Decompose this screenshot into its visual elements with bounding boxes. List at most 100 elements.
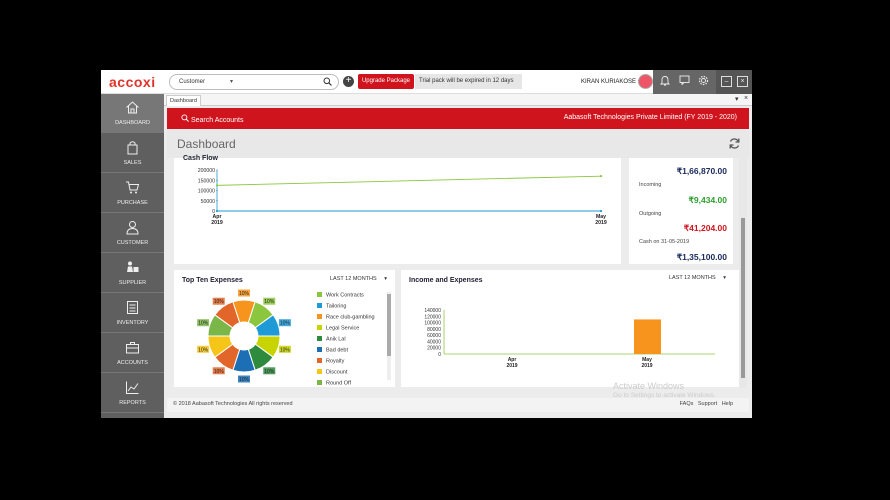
window-controls: – ×	[716, 70, 752, 94]
search-value: Customer	[179, 79, 206, 85]
faqs-link[interactable]: FAQs	[680, 401, 694, 407]
close-icon[interactable]: ×	[737, 76, 748, 87]
message-icon[interactable]	[678, 75, 690, 87]
legend-scrollbar[interactable]	[387, 292, 391, 380]
tab-close-icon[interactable]: ×	[744, 95, 748, 102]
sidebar-item-purchase[interactable]: PURCHASE	[101, 174, 164, 213]
y-tick-label: 50000	[201, 199, 216, 205]
cash-flow-panel: Cash Flow 200000 150000 100000 50000 0 Apr 201…	[174, 155, 621, 264]
sidebar-item-accounts[interactable]: ACCOUNTS	[101, 334, 164, 373]
search-accounts-label: Search Accounts	[190, 117, 244, 124]
legend-item[interactable]: Round Off	[317, 380, 351, 387]
dashboard-scrollbar[interactable]	[739, 158, 747, 388]
legend-label: Race club-gambling	[326, 314, 375, 321]
legend-swatch	[317, 336, 322, 341]
search-icon[interactable]	[323, 77, 332, 88]
add-new-button[interactable]: +	[343, 76, 354, 87]
sidebar-item-reports[interactable]: REPORTS	[101, 374, 164, 413]
slice-label-text: 10%	[239, 377, 250, 383]
x-tick-label: 2019	[595, 220, 607, 226]
tab-menu-icon[interactable]: ▾	[735, 95, 739, 103]
income-period-select[interactable]: LAST 12 MONTHS ▾	[669, 275, 726, 281]
sidebar-item-label: CUSTOMER	[116, 240, 149, 246]
y-tick-label: 60000	[427, 333, 441, 339]
slice-label: 10%	[238, 289, 250, 297]
legend-item[interactable]: Legal Service	[317, 325, 359, 332]
sidebar-item-dashboard[interactable]: DASHBOARD	[101, 94, 164, 133]
sidebar-item-label: ACCOUNTS	[117, 360, 148, 366]
support-link[interactable]: Support	[698, 401, 717, 407]
user-name[interactable]: KIRAN KURIAKOSE ▾	[581, 78, 641, 85]
legend-label: Bad debt	[326, 347, 349, 354]
page-header: Dashboard	[167, 130, 749, 158]
donut-hole	[231, 323, 257, 349]
refresh-icon[interactable]	[728, 137, 741, 153]
activate-windows-subtext: Go to Settings to activate Windows.	[613, 392, 716, 399]
cash-flow-title: Cash Flow	[183, 155, 219, 162]
footer: © 2018 Aabasoft Technologies All rights …	[167, 398, 749, 412]
legend-item[interactable]: Race club-gambling	[317, 314, 375, 321]
slice-label: 10%	[197, 319, 210, 327]
user-name-text: KIRAN KURIAKOSE	[581, 79, 637, 85]
expenses-period-select[interactable]: LAST 12 MONTHS ▾	[330, 276, 387, 282]
series-point	[215, 184, 219, 187]
legend-label: Round Off	[326, 380, 351, 387]
legend-label: Anik Lal	[326, 336, 346, 343]
sidebar-item-sales[interactable]: SALES	[101, 134, 164, 173]
slice-label: 10%	[197, 345, 210, 353]
slice-label: 10%	[263, 297, 276, 305]
slice-label-text: 10%	[280, 321, 291, 327]
cash-date-label: Cash on 31-05-2019	[639, 239, 690, 245]
legend-label: Work Contracts	[326, 292, 364, 299]
global-search-input[interactable]: Customer ▾	[169, 74, 339, 90]
bar	[634, 319, 661, 354]
search-accounts-button[interactable]: Search Accounts	[181, 114, 243, 124]
upgrade-package-button[interactable]: Upgrade Package	[358, 74, 414, 89]
chevron-down-icon: ▾	[723, 275, 726, 281]
balance-amount: ₹1,66,870.00	[676, 166, 727, 176]
legend-item[interactable]: Discount	[317, 369, 347, 376]
legend-label: Discount	[326, 369, 348, 376]
top-bar: accoxi Customer ▾ + Upgrade Package Tria…	[101, 70, 752, 94]
tab-dashboard[interactable]: Dashboard	[166, 95, 201, 106]
slice-label-text: 10%	[198, 321, 209, 327]
bell-icon[interactable]	[659, 75, 671, 87]
gear-icon[interactable]	[697, 75, 709, 87]
slice-label: 10%	[238, 375, 250, 383]
briefcase-icon	[126, 342, 139, 354]
minimize-icon[interactable]: –	[721, 76, 732, 87]
sidebar-item-inventory[interactable]: INVENTORY	[101, 294, 164, 333]
period-value: LAST 12 MONTHS	[669, 275, 716, 281]
series-line-0	[216, 175, 602, 186]
app-logo[interactable]: accoxi	[109, 74, 156, 90]
activate-windows-watermark: Activate Windows	[613, 381, 685, 391]
legend-label: Royalty	[326, 358, 345, 365]
legend-item[interactable]: Bad debt	[317, 347, 348, 354]
legend-item[interactable]: Tailoring	[317, 303, 346, 310]
sidebar-item-label: SUPPLIER	[118, 280, 147, 286]
legend-swatch	[317, 314, 322, 319]
sidebar-item-customer[interactable]: CUSTOMER	[101, 214, 164, 253]
user-icon	[126, 221, 139, 235]
series-point	[599, 175, 603, 178]
avatar[interactable]	[638, 74, 653, 89]
cash-amount: ₹1,35,100.00	[676, 252, 727, 262]
legend-item[interactable]: Royalty	[317, 358, 344, 365]
copyright: © 2018 Aabasoft Technologies All rights …	[173, 401, 293, 407]
legend-item[interactable]: Work Contracts	[317, 292, 364, 299]
chart-icon	[126, 381, 139, 394]
income-expenses-title: Income and Expenses	[409, 277, 483, 284]
help-link[interactable]: Help	[722, 401, 733, 407]
chevron-down-icon[interactable]: ▾	[230, 78, 233, 85]
trial-notice: Trial pack will be expired in 12 days	[415, 74, 522, 89]
legend-swatch	[317, 303, 322, 308]
legend-item[interactable]: Anik Lal	[317, 336, 346, 343]
y-tick-label: 20000	[427, 346, 441, 352]
home-icon	[126, 101, 139, 114]
slice-label-text: 10%	[280, 347, 291, 353]
sidebar-item-supplier[interactable]: SUPPLIER	[101, 254, 164, 293]
legend-label: Legal Service	[326, 325, 360, 332]
supplier-icon	[127, 261, 139, 272]
slice-label-text: 10%	[198, 347, 209, 353]
sidebar-item-label: REPORTS	[119, 400, 146, 406]
